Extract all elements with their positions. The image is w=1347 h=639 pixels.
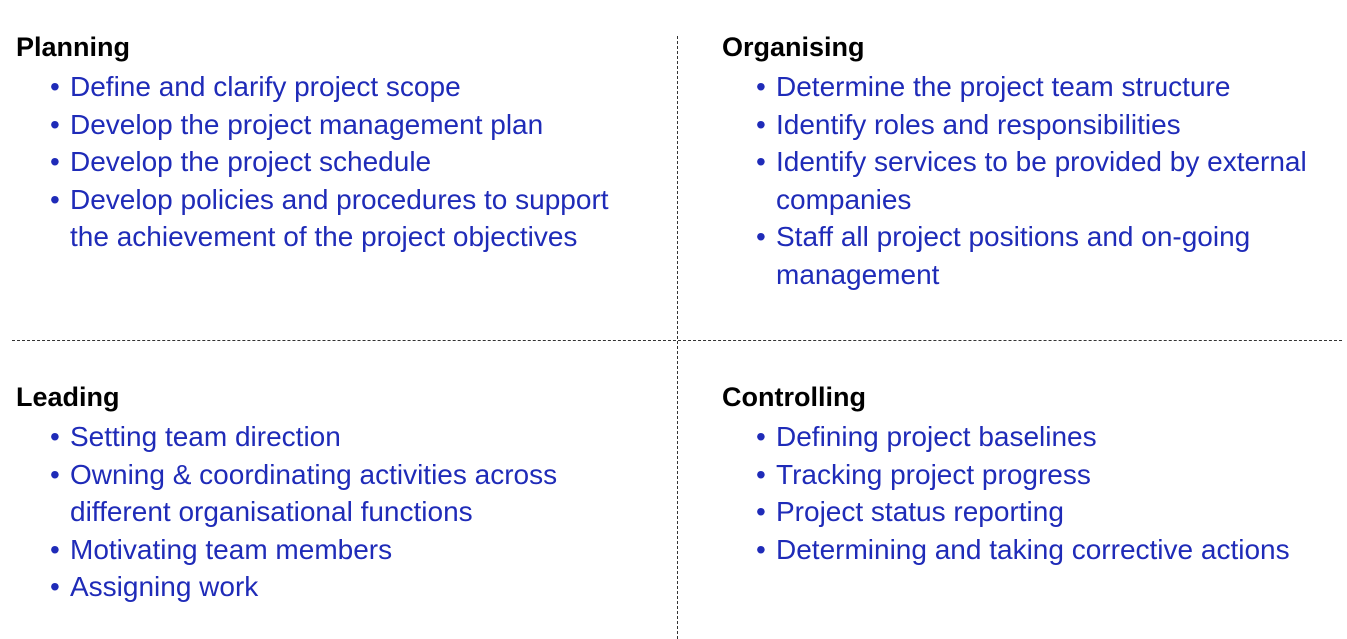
quadrant-controlling: Controlling • Defining project baselines …	[722, 380, 1296, 568]
list-item: • Develop the project management plan	[50, 106, 630, 144]
bullet-icon: •	[50, 458, 60, 490]
list-item-text: Owning & coordinating activities across …	[70, 458, 558, 528]
bullet-icon: •	[756, 496, 766, 527]
bullet-icon: •	[756, 146, 766, 177]
list-item-text: Develop the project schedule	[70, 146, 432, 177]
list-item-text: Defining project baselines	[776, 421, 1097, 452]
list-item-text: Setting team direction	[70, 421, 341, 452]
quadrant-organising: Organising • Determine the project team s…	[722, 30, 1336, 293]
bullet-list: • Define and clarify project scope • Devel…	[16, 68, 630, 256]
bullet-icon: •	[50, 421, 60, 452]
list-item: • Determining and taking corrective actio…	[756, 531, 1296, 569]
quadrant-title: Controlling	[722, 382, 866, 412]
list-item-text: Define and clarify project scope	[70, 71, 461, 102]
bullet-list: • Defining project baselines • Tracking pr…	[722, 418, 1296, 568]
list-item: • Defining project baselines	[756, 418, 1296, 456]
bullet-list: • Determine the project team structure • I…	[722, 68, 1336, 293]
quadrant-title: Organising	[722, 32, 865, 62]
bullet-icon: •	[50, 533, 60, 565]
bullet-icon: •	[756, 221, 766, 252]
list-item: • Tracking project progress	[756, 456, 1296, 494]
list-item-text: Staff all project positions and on-going…	[776, 221, 1251, 290]
quadrant-leading: Leading • Setting team direction • Owning …	[16, 380, 640, 606]
bullet-icon: •	[50, 183, 60, 215]
list-item: • Develop the project schedule	[50, 143, 630, 181]
bullet-icon: •	[50, 146, 60, 177]
quadrant-title: Planning	[16, 32, 130, 62]
list-item-text: Identify services to be provided by exte…	[776, 146, 1307, 215]
list-item-text: Assigning work	[70, 571, 259, 602]
list-item: • Assigning work	[50, 568, 640, 606]
list-item-text: Identify roles and responsibilities	[776, 108, 1181, 140]
bullet-icon: •	[756, 421, 766, 452]
vertical-divider	[677, 36, 678, 639]
list-item-text: Develop policies and procedures to suppo…	[70, 183, 609, 253]
bullet-icon: •	[756, 108, 766, 140]
list-item: • Setting team direction	[50, 418, 640, 456]
list-item: • Owning & coordinating activities across…	[50, 456, 640, 531]
bullet-icon: •	[50, 71, 60, 102]
bullet-icon: •	[50, 571, 60, 602]
list-item: • Motivating team members	[50, 531, 640, 569]
bullet-icon: •	[756, 458, 766, 490]
list-item: • Staff all project positions and on-goin…	[756, 218, 1336, 293]
quadrant-planning: Planning • Define and clarify project sco…	[16, 30, 630, 256]
list-item: • Determine the project team structure	[756, 68, 1336, 106]
list-item: • Identify services to be provided by ext…	[756, 143, 1336, 218]
list-item-text: Determining and taking corrective action…	[776, 533, 1290, 565]
list-item-text: Develop the project management plan	[70, 108, 544, 140]
bullet-icon: •	[50, 108, 60, 140]
list-item-text: Motivating team members	[70, 533, 393, 565]
list-item-text: Project status reporting	[776, 496, 1064, 527]
list-item-text: Tracking project progress	[776, 458, 1091, 490]
bullet-list: • Setting team direction • Owning & coordi…	[16, 418, 640, 606]
list-item: • Project status reporting	[756, 493, 1296, 531]
list-item: • Identify roles and responsibilities	[756, 106, 1336, 144]
bullet-icon: •	[756, 71, 766, 102]
bullet-icon: •	[756, 533, 766, 565]
horizontal-divider	[12, 340, 1342, 341]
quadrant-title: Leading	[16, 382, 120, 412]
list-item: • Define and clarify project scope	[50, 68, 630, 106]
list-item-text: Determine the project team structure	[776, 71, 1231, 102]
list-item: • Develop policies and procedures to supp…	[50, 181, 630, 256]
